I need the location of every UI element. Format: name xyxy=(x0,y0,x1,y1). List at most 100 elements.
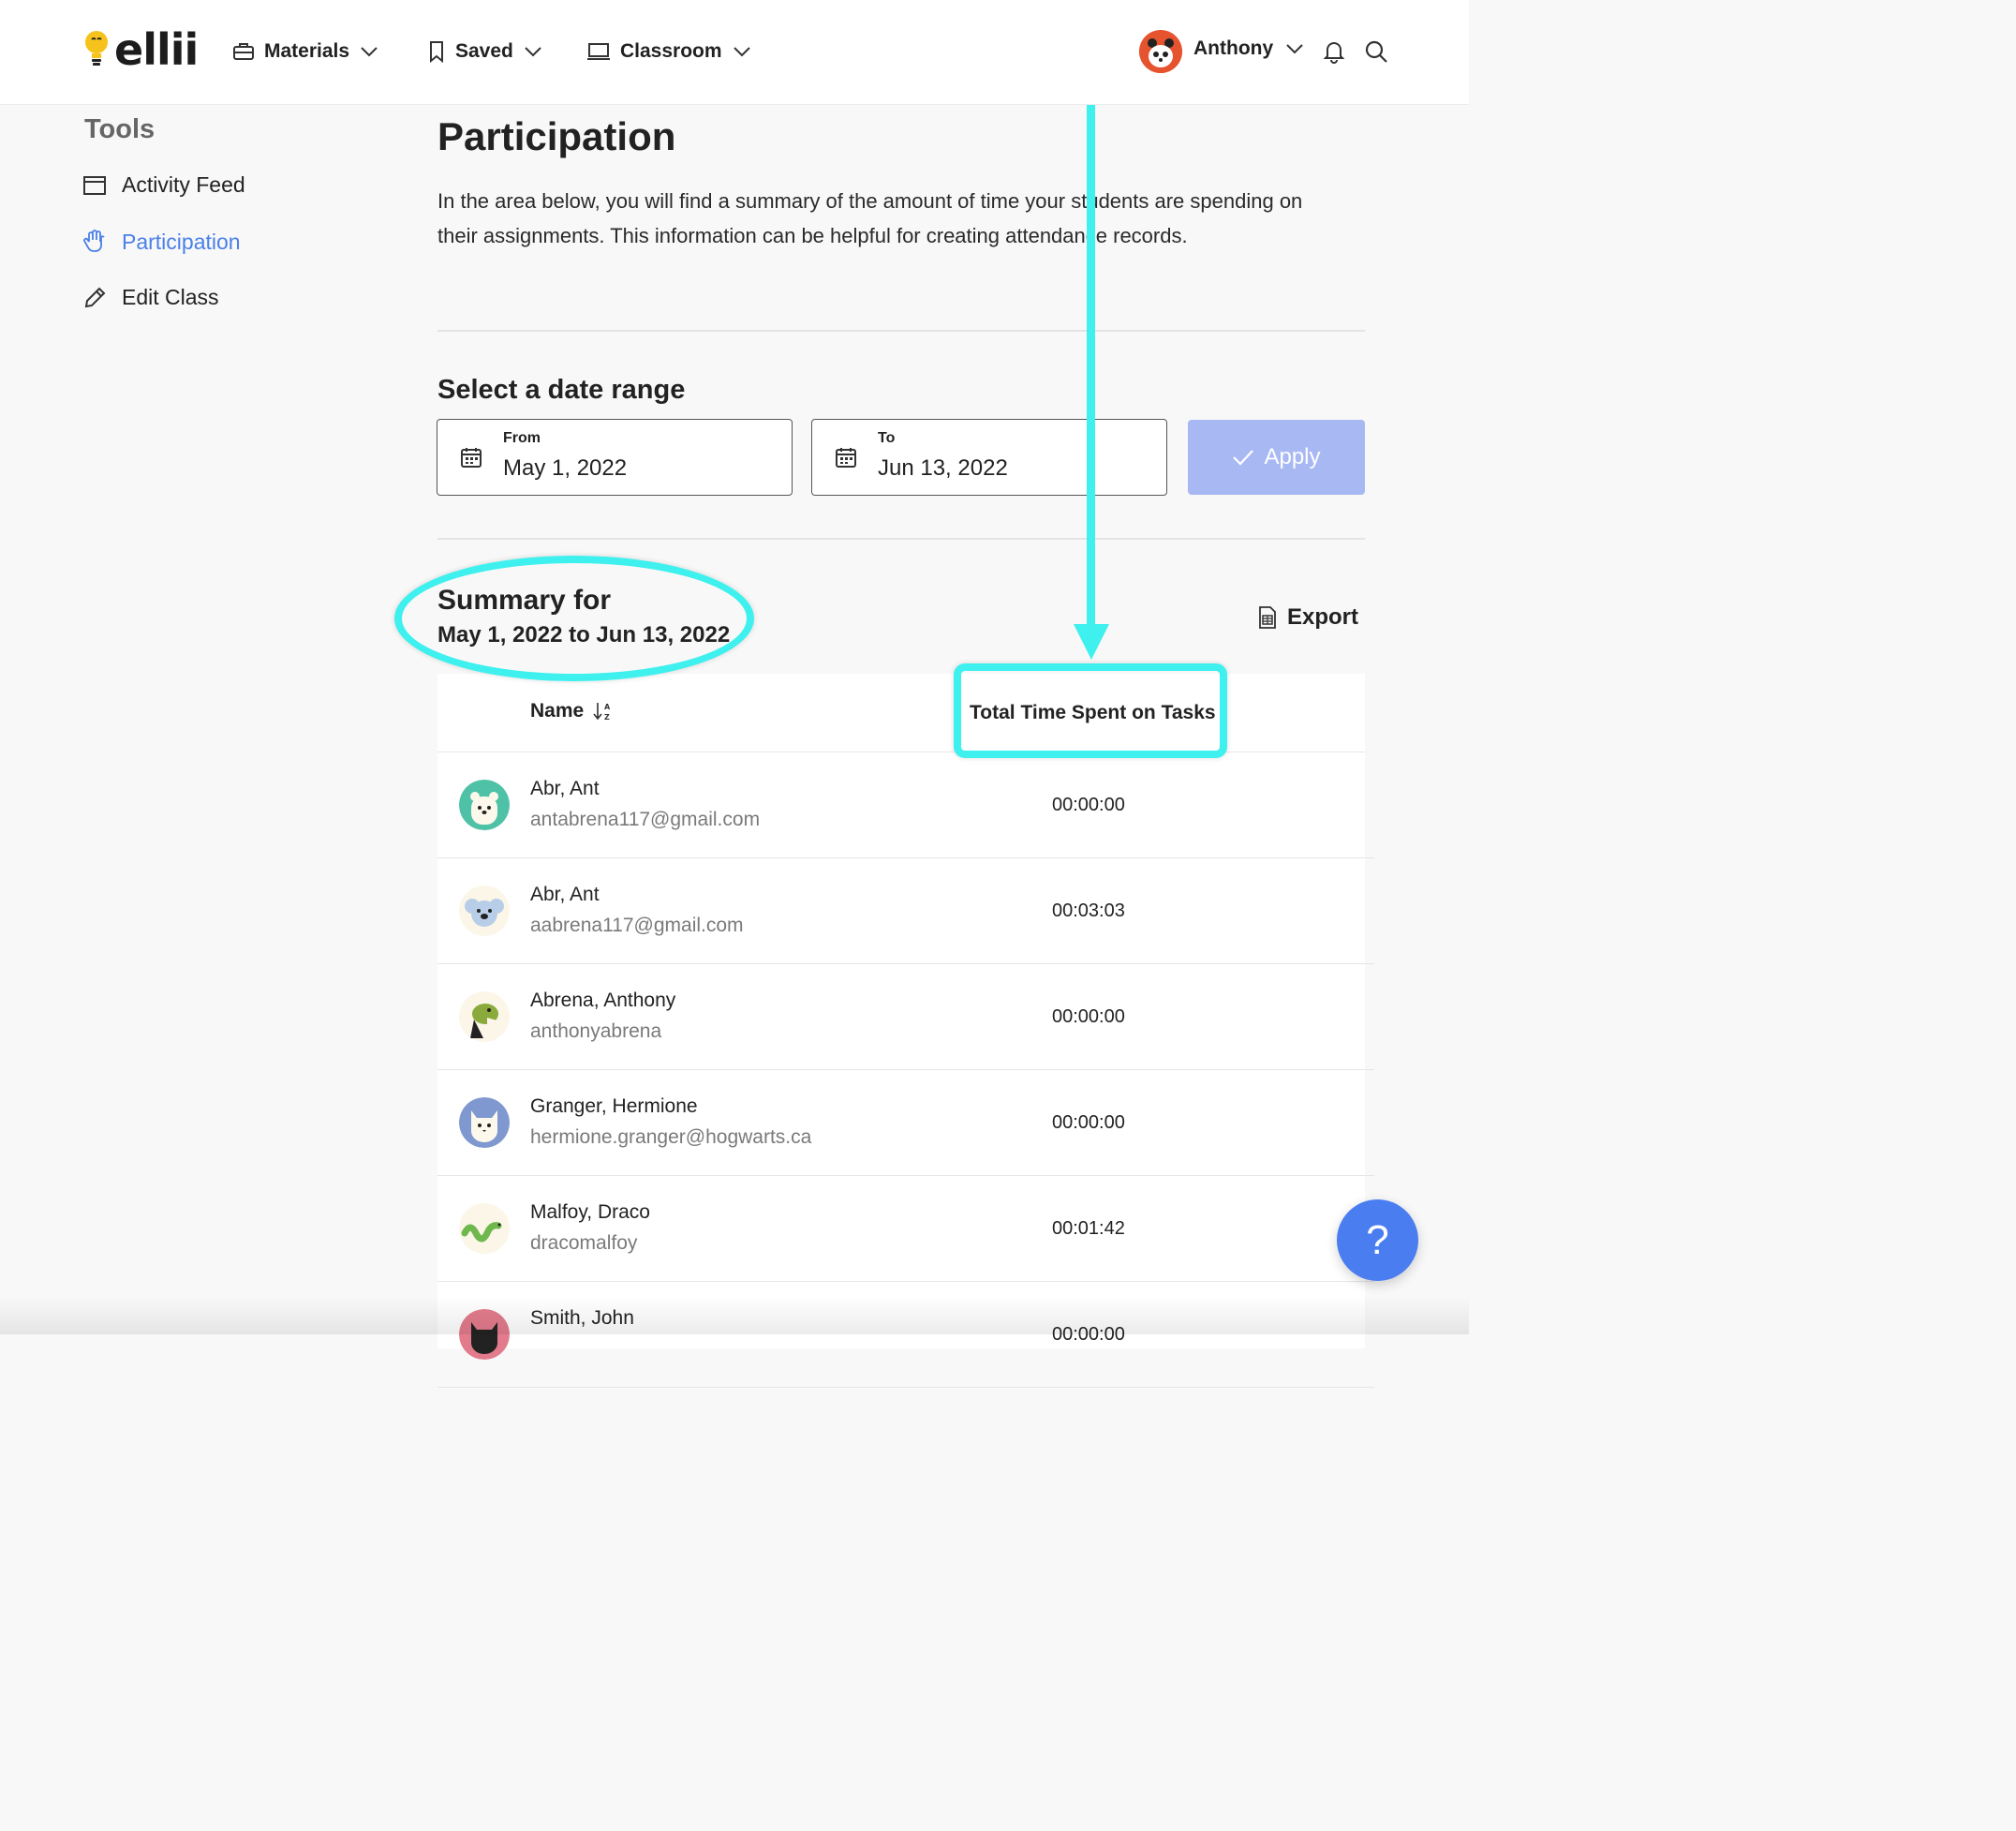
sidebar-item-edit-class[interactable]: Edit Class xyxy=(82,285,219,310)
from-date-field[interactable]: From May 1, 2022 xyxy=(437,419,793,496)
summary-heading: Summary for xyxy=(437,585,612,616)
notifications-button[interactable] xyxy=(1320,37,1348,66)
student-avatar xyxy=(459,991,510,1042)
to-label: To xyxy=(878,430,896,446)
divider xyxy=(437,538,1365,540)
user-avatar[interactable] xyxy=(1139,30,1182,73)
search-icon xyxy=(1365,40,1387,63)
logo-text: ellii xyxy=(114,24,199,75)
chevron-down-icon xyxy=(361,47,378,57)
spreadsheet-icon xyxy=(1259,606,1276,629)
cat-avatar-icon xyxy=(459,1097,510,1148)
bell-icon xyxy=(1323,42,1345,64)
svg-text:Z: Z xyxy=(604,713,610,722)
page-title: Participation xyxy=(437,114,676,158)
lightbulb-icon xyxy=(85,31,108,66)
student-email: hermione.granger@hogwarts.ca xyxy=(530,1126,812,1148)
nav-classroom[interactable]: Classroom xyxy=(586,36,752,67)
name-column-label: Name xyxy=(530,700,585,722)
student-name: Malfoy, Draco xyxy=(530,1201,650,1223)
student-avatar xyxy=(459,1097,510,1148)
koala-avatar-icon xyxy=(459,886,510,936)
summary-range: May 1, 2022 to Jun 13, 2022 xyxy=(437,622,731,648)
calendar-icon xyxy=(836,448,856,468)
annotation-oval xyxy=(394,556,754,681)
user-name-label: Anthony xyxy=(1193,37,1274,59)
time-spent: 00:00:00 xyxy=(1052,1006,1125,1027)
table-row[interactable]: Malfoy, Draco dracomalfoy 00:01:42 xyxy=(437,1176,1374,1282)
date-range-title: Select a date range xyxy=(437,375,686,405)
bear-avatar-icon xyxy=(459,780,510,830)
apply-button[interactable]: Apply xyxy=(1188,420,1365,495)
student-avatar xyxy=(459,1309,510,1360)
student-name: Abr, Ant xyxy=(530,884,600,905)
help-label: ? xyxy=(1366,1216,1389,1263)
svg-text:A: A xyxy=(604,703,611,711)
search-button[interactable] xyxy=(1362,37,1390,66)
nav-materials[interactable]: Materials xyxy=(232,36,379,67)
sidebar-item-participation[interactable]: Participation xyxy=(82,229,241,255)
bookmark-icon xyxy=(430,41,443,63)
black-cat-avatar-icon xyxy=(459,1309,510,1360)
from-label: From xyxy=(503,430,541,446)
nav-classroom-label: Classroom xyxy=(620,40,722,62)
hand-icon xyxy=(83,230,105,252)
intro-text: In the area below, you will find a summa… xyxy=(437,189,1303,247)
student-email: dracomalfoy xyxy=(530,1232,638,1254)
participation-table: Name AZ Total Time Spent on Tasks Abr, A… xyxy=(437,674,1374,1388)
student-avatar xyxy=(459,1203,510,1254)
panda-avatar-icon xyxy=(1139,30,1182,73)
table-row[interactable]: Abrena, Anthony anthonyabrena 00:00:00 xyxy=(437,964,1374,1070)
time-spent: 00:03:03 xyxy=(1052,901,1125,921)
table-row[interactable]: Abr, Ant antabrena117@gmail.com 00:00:00 xyxy=(437,752,1374,858)
top-navigation-bar: ellii Materials Saved Classroom Anthony xyxy=(0,0,1469,105)
chevron-down-icon xyxy=(525,47,541,57)
briefcase-icon xyxy=(233,43,254,60)
student-email: antabrena117@gmail.com xyxy=(530,809,761,830)
name-column-header[interactable]: Name AZ xyxy=(530,700,612,722)
sidebar-item-label: Activity Feed xyxy=(122,172,245,197)
table-row[interactable]: Abr, Ant aabrena117@gmail.com 00:03:03 xyxy=(437,858,1374,964)
user-menu[interactable]: Anthony xyxy=(1193,37,1305,60)
snake-avatar-icon xyxy=(459,1203,510,1254)
checkmark-icon xyxy=(1233,450,1254,466)
table-row[interactable]: Smith, John 00:00:00 xyxy=(437,1282,1374,1388)
table-row[interactable]: Granger, Hermione hermione.granger@hogwa… xyxy=(437,1070,1374,1176)
chevron-down-icon xyxy=(1286,44,1303,54)
student-name: Smith, John xyxy=(530,1307,634,1329)
student-email: anthonyabrena xyxy=(530,1020,662,1042)
nav-materials-label: Materials xyxy=(264,40,350,62)
sort-az-icon: AZ xyxy=(593,703,611,722)
student-avatar xyxy=(459,780,510,830)
to-date-field[interactable]: To Jun 13, 2022 xyxy=(811,419,1167,496)
pencil-icon xyxy=(84,287,106,307)
student-name: Abrena, Anthony xyxy=(530,990,676,1011)
laptop-icon xyxy=(587,43,610,60)
divider xyxy=(437,330,1365,332)
export-button[interactable]: Export xyxy=(1257,604,1358,631)
student-name: Abr, Ant xyxy=(530,778,600,799)
from-value: May 1, 2022 xyxy=(503,455,628,481)
nav-saved-label: Saved xyxy=(455,40,513,62)
time-column-header[interactable]: Total Time Spent on Tasks xyxy=(970,702,1216,724)
student-email: aabrena117@gmail.com xyxy=(530,915,744,936)
sidebar-item-label: Edit Class xyxy=(122,285,219,309)
time-spent: 00:00:00 xyxy=(1052,1324,1125,1345)
help-button[interactable]: ? xyxy=(1337,1199,1418,1281)
sidebar-item-activity-feed[interactable]: Activity Feed xyxy=(82,172,245,198)
to-value: Jun 13, 2022 xyxy=(878,455,1008,481)
table-header: Name AZ Total Time Spent on Tasks xyxy=(437,674,1365,752)
calendar-icon xyxy=(461,448,482,468)
sidebar-item-label: Participation xyxy=(122,229,241,254)
time-spent: 00:00:00 xyxy=(1052,1112,1125,1133)
sidebar-title: Tools xyxy=(84,114,156,144)
dinosaur-avatar-icon xyxy=(459,991,510,1042)
time-spent: 00:01:42 xyxy=(1052,1218,1125,1239)
calendar-icon xyxy=(83,175,106,195)
nav-saved[interactable]: Saved xyxy=(427,36,543,67)
apply-label: Apply xyxy=(1264,444,1321,469)
ellii-logo[interactable]: ellii xyxy=(82,24,199,75)
time-spent: 00:00:00 xyxy=(1052,795,1125,815)
student-avatar xyxy=(459,886,510,936)
student-name: Granger, Hermione xyxy=(530,1095,698,1117)
